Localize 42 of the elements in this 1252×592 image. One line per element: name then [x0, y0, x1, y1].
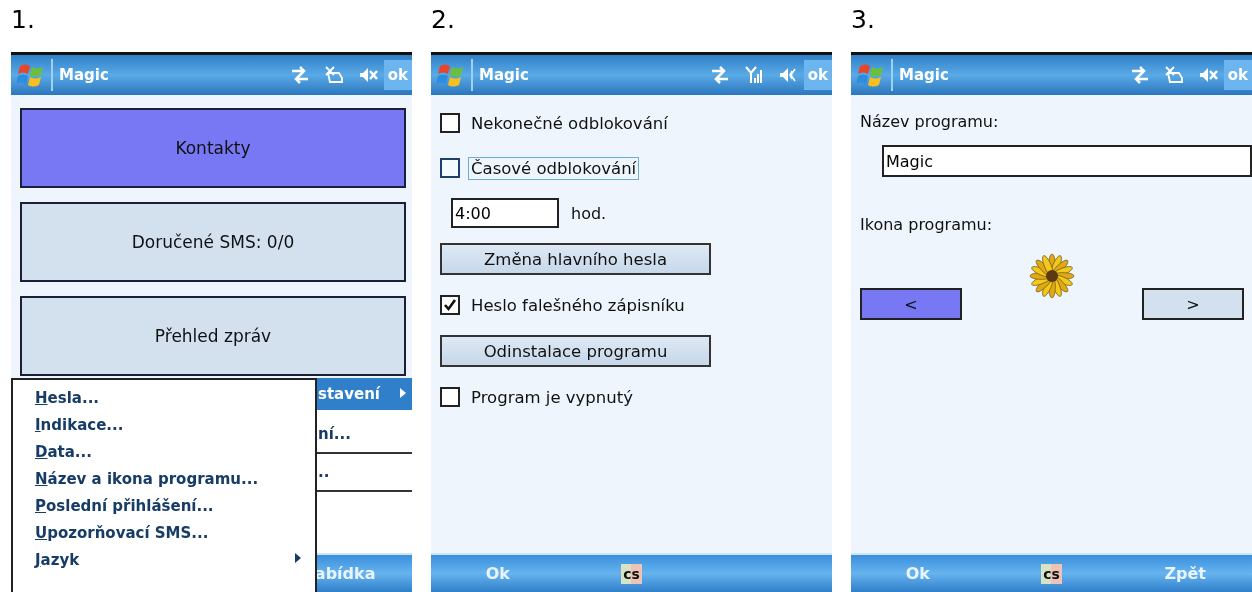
checkbox[interactable]: [440, 113, 460, 133]
menu-button[interactable]: Kontakty: [20, 108, 406, 188]
window-title: Magic: [59, 66, 110, 84]
checkbox-label: Nekonečné odblokování: [470, 112, 669, 135]
menu-item[interactable]: stavení: [315, 378, 412, 410]
action-button[interactable]: Odinstalace programu: [440, 335, 711, 367]
menu-item[interactable]: Data...: [13, 438, 315, 465]
menu-item[interactable]: Upozorňovací SMS...: [13, 519, 315, 546]
window-title: Magic: [479, 66, 530, 84]
sync-icon[interactable]: [289, 65, 310, 85]
menu-item[interactable]: Poslední přihlášení...: [13, 492, 315, 519]
input-method-icon[interactable]: cs: [1041, 564, 1062, 584]
menu-button[interactable]: Doručené SMS: 0/0: [20, 202, 406, 282]
checkbox[interactable]: [440, 295, 460, 315]
checkbox[interactable]: [440, 158, 460, 178]
checkbox[interactable]: [440, 387, 460, 407]
window-title: Magic: [899, 66, 950, 84]
menu-item[interactable]: Jazyk: [13, 546, 315, 573]
menu-item[interactable]: Hesla...: [13, 384, 315, 411]
action-button[interactable]: Změna hlavního hesla: [440, 243, 711, 275]
name-field[interactable]: Magic: [882, 145, 1252, 177]
screen-number: 1.: [11, 4, 35, 36]
signal-icon[interactable]: [743, 65, 764, 85]
next-button[interactable]: >: [1142, 288, 1244, 320]
menu-button[interactable]: Přehled zpráv: [20, 296, 406, 376]
signal-off-icon[interactable]: [323, 65, 344, 85]
input-method-icon[interactable]: cs: [621, 564, 642, 584]
sync-icon[interactable]: [709, 65, 730, 85]
screen-number: 2.: [431, 4, 455, 36]
checkbox-label: Program je vypnutý: [470, 386, 634, 409]
sync-icon[interactable]: [1129, 65, 1150, 85]
unit-label: hod.: [571, 203, 607, 223]
time-field[interactable]: 4:00: [451, 198, 559, 228]
signal-off-icon[interactable]: [1163, 65, 1184, 85]
screen-number: 3.: [851, 4, 875, 36]
checkbox-label: Heslo falešného zápisníku: [470, 294, 686, 317]
previous-button[interactable]: <: [860, 288, 962, 320]
checkbox-label: Časové odblokování: [468, 156, 640, 180]
menu-item[interactable]: Indikace...: [13, 411, 315, 438]
field-label: Ikona programu:: [860, 215, 994, 234]
field-label: Název programu:: [860, 112, 1000, 131]
menu-item[interactable]: Název a ikona programu...: [13, 465, 315, 492]
